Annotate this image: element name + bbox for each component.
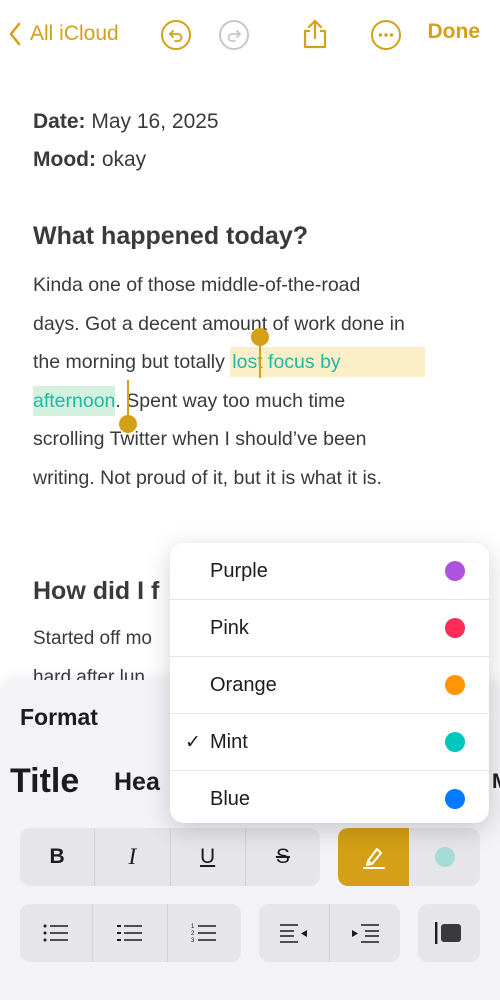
style-heading-option[interactable]: Hea xyxy=(114,768,160,797)
text-selection-highlight: afternoon xyxy=(33,385,116,416)
bulleted-list-icon xyxy=(43,924,69,942)
block-quote-buttons xyxy=(418,904,480,962)
style-title-option[interactable]: Title xyxy=(10,762,79,801)
paragraph-line: writing. Not proud of it, but it is what… xyxy=(33,466,382,489)
highlight-color-menu: Purple Pink Orange ✓ Mint Blue xyxy=(170,543,489,823)
ellipsis-icon xyxy=(378,33,394,37)
dashed-list-button[interactable] xyxy=(93,904,168,962)
mint-swatch xyxy=(445,732,465,752)
date-label: Date: xyxy=(33,110,86,133)
selection-start-caret xyxy=(259,342,261,378)
color-option-label: Purple xyxy=(210,559,268,582)
more-button[interactable] xyxy=(371,20,401,50)
outdent-icon xyxy=(279,924,307,943)
strikethrough-button[interactable]: S xyxy=(246,828,320,886)
redo-icon xyxy=(227,30,242,42)
color-option-blue[interactable]: Blue xyxy=(170,771,489,823)
color-option-label: Mint xyxy=(210,730,248,753)
pink-swatch xyxy=(445,618,465,638)
date-line: Date: May 16, 2025 xyxy=(33,110,219,134)
color-option-mint[interactable]: ✓ Mint xyxy=(170,714,489,771)
back-button[interactable]: All iCloud xyxy=(8,16,119,52)
paragraph-line: afternoon. Spent way too much time xyxy=(33,382,473,421)
undo-icon xyxy=(168,30,183,42)
numbered-list-icon: 123 xyxy=(191,924,217,944)
section-heading-what-happened: What happened today? xyxy=(33,222,308,250)
mood-line: Mood: okay xyxy=(33,148,146,172)
increase-indent-button[interactable] xyxy=(330,904,401,962)
style-option-partial: M xyxy=(492,770,500,794)
dashed-list-icon xyxy=(117,925,142,941)
color-option-pink[interactable]: Pink xyxy=(170,600,489,657)
mood-value: okay xyxy=(101,148,147,171)
selection-end-caret xyxy=(127,380,129,416)
highlight-button[interactable] xyxy=(338,828,409,886)
purple-swatch xyxy=(445,561,465,581)
paragraph-line: the morning but totally lost focus by xyxy=(33,343,473,382)
format-panel-title: Format xyxy=(20,704,98,730)
note-paragraph[interactable]: Kinda one of those middle-of-the-road da… xyxy=(33,266,473,497)
highlighter-pen-icon xyxy=(362,848,385,869)
color-option-purple[interactable]: Purple xyxy=(170,543,489,600)
block-quote-button[interactable] xyxy=(418,904,480,962)
mood-label: Mood: xyxy=(33,148,96,171)
highlight-controls xyxy=(338,828,480,886)
indent-buttons xyxy=(259,904,400,962)
bulleted-list-button[interactable] xyxy=(20,904,94,962)
section-heading-how-did-i: How did I f xyxy=(33,577,160,605)
color-option-label: Orange xyxy=(210,673,277,696)
selection-end-handle[interactable] xyxy=(119,415,137,433)
numbered-list-button[interactable]: 123 xyxy=(168,904,241,962)
share-button[interactable] xyxy=(300,18,330,50)
checkmark-icon: ✓ xyxy=(185,731,201,753)
chevron-left-icon xyxy=(9,22,21,46)
highlight-color-swatch xyxy=(434,847,455,867)
svg-text:3: 3 xyxy=(191,938,195,944)
color-option-orange[interactable]: Orange xyxy=(170,657,489,714)
blue-swatch xyxy=(445,789,465,809)
share-icon xyxy=(303,19,327,49)
underline-button[interactable]: U xyxy=(171,828,246,886)
color-option-label: Blue xyxy=(210,787,251,810)
paragraph-line: Kinda one of those middle-of-the-road xyxy=(33,274,361,296)
paragraph-text: the morning but totally xyxy=(33,351,231,373)
decrease-indent-button[interactable] xyxy=(259,904,330,962)
italic-button[interactable]: I xyxy=(95,828,171,886)
bold-button[interactable]: B xyxy=(20,828,96,886)
redo-button[interactable] xyxy=(219,20,249,50)
orange-swatch xyxy=(445,675,465,695)
svg-text:2: 2 xyxy=(191,931,195,937)
text-style-buttons: B I U S xyxy=(20,828,320,886)
undo-button[interactable] xyxy=(161,20,191,50)
date-value: May 16, 2025 xyxy=(91,110,219,133)
color-option-label: Pink xyxy=(210,616,249,639)
back-label: All iCloud xyxy=(30,22,119,45)
paragraph-text: . Spent way too much time xyxy=(115,389,346,412)
indent-icon xyxy=(351,924,379,943)
block-quote-icon xyxy=(435,922,461,944)
list-style-buttons: 123 xyxy=(20,904,241,962)
done-button[interactable]: Done xyxy=(428,20,481,44)
paragraph-line: scrolling Twitter when I should’ve been xyxy=(33,428,367,450)
highlight-color-button[interactable] xyxy=(409,828,480,886)
svg-text:1: 1 xyxy=(191,924,195,930)
